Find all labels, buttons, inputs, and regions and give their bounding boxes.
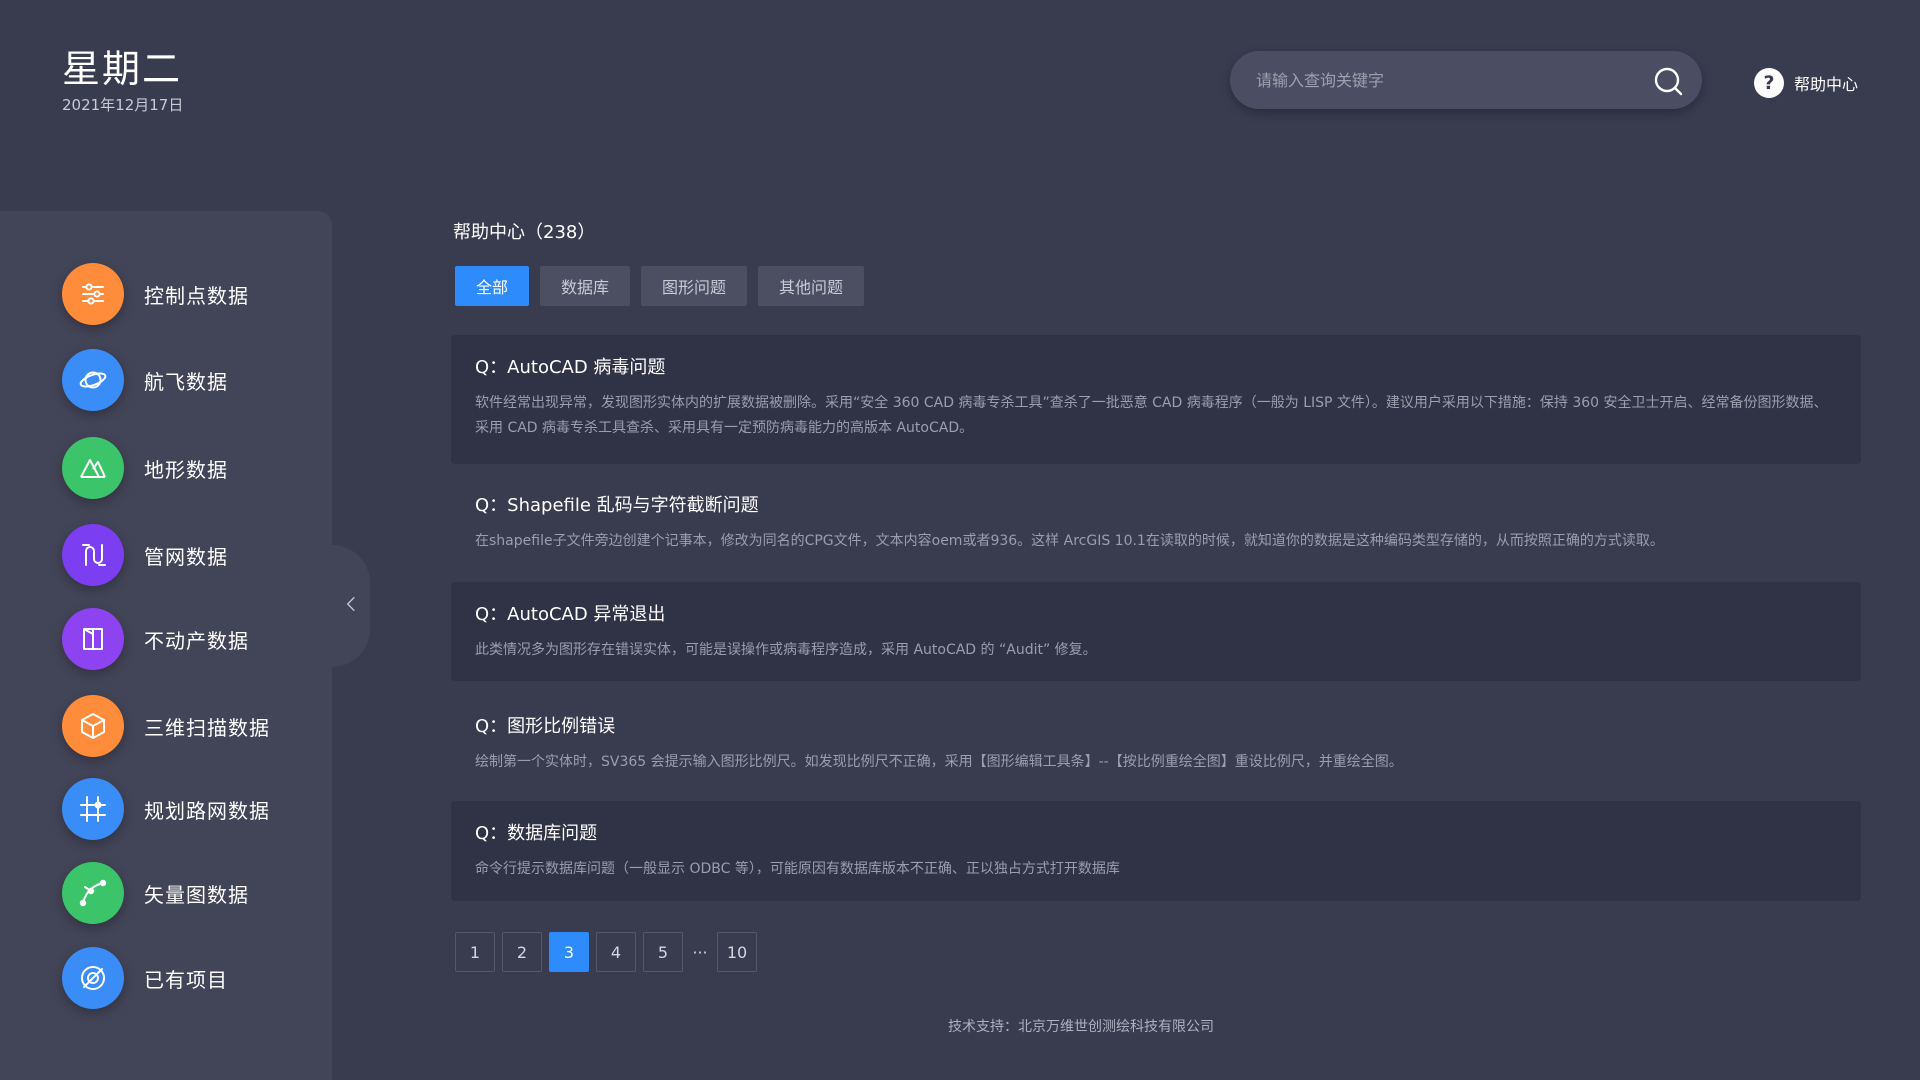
sidebar: 控制点数据 航飞数据 地形数据 管网数据 不动产数据 三维扫描数据 规划路网数据… bbox=[0, 211, 332, 1080]
road-network-icon bbox=[62, 778, 124, 840]
faq-question: Q：数据库问题 bbox=[475, 823, 598, 844]
page-title: 帮助中心（238） bbox=[453, 222, 596, 243]
page-ellipsis: ··· bbox=[692, 942, 708, 962]
category-tabs: 全部 数据库 图形问题 其他问题 bbox=[455, 266, 865, 306]
building-icon bbox=[62, 608, 124, 670]
weekday-label: 星期二 bbox=[62, 47, 183, 91]
tab-other[interactable]: 其他问题 bbox=[758, 266, 865, 306]
sidebar-item-real-estate[interactable]: 不动产数据 bbox=[62, 608, 249, 670]
faq-answer: 此类情况多为图形存在错误实体，可能是误操作或病毒程序造成，采用 AutoCAD … bbox=[475, 642, 1097, 658]
tab-graphics[interactable]: 图形问题 bbox=[641, 266, 748, 306]
faq-answer: 绘制第一个实体时，SV365 会提示输入图形比例尺。如发现比例尺不正确，采用【图… bbox=[475, 754, 1403, 770]
faq-answer: 在shapefile子文件旁边创建个记事本，修改为同名的CPG文件，文本内容oe… bbox=[475, 533, 1664, 549]
sidebar-collapse-button[interactable] bbox=[332, 545, 370, 667]
sidebar-item-label: 航飞数据 bbox=[144, 369, 228, 394]
faq-item[interactable]: Q：数据库问题 命令行提示数据库问题（一般显示 ODBC 等），可能原因有数据库… bbox=[451, 801, 1861, 901]
page-button-1[interactable]: 1 bbox=[455, 932, 495, 972]
help-center-link[interactable]: ? 帮助中心 bbox=[1754, 68, 1858, 98]
sidebar-item-label: 规划路网数据 bbox=[144, 798, 270, 823]
sidebar-item-control-points[interactable]: 控制点数据 bbox=[62, 263, 249, 325]
planet-icon bbox=[62, 349, 124, 411]
sidebar-item-3d-scan[interactable]: 三维扫描数据 bbox=[62, 695, 270, 757]
faq-question: Q：AutoCAD 病毒问题 bbox=[475, 357, 666, 378]
faq-item[interactable]: Q：Shapefile 乱码与字符截断问题 在shapefile子文件旁边创建个… bbox=[451, 473, 1861, 573]
sidebar-item-label: 矢量图数据 bbox=[144, 882, 249, 907]
sidebar-item-label: 地形数据 bbox=[144, 457, 228, 482]
page-button-last[interactable]: 10 bbox=[717, 932, 757, 972]
search-input[interactable] bbox=[1256, 51, 1626, 109]
cube-icon bbox=[62, 695, 124, 757]
faq-answer: 软件经常出现异常，发现图形实体内的扩展数据被删除。采用“安全 360 CAD 病… bbox=[475, 395, 1828, 436]
page-button-3[interactable]: 3 bbox=[549, 932, 589, 972]
sidebar-item-flight[interactable]: 航飞数据 bbox=[62, 349, 228, 411]
tab-database[interactable]: 数据库 bbox=[540, 266, 631, 306]
page-button-2[interactable]: 2 bbox=[502, 932, 542, 972]
faq-answer: 命令行提示数据库问题（一般显示 ODBC 等），可能原因有数据库版本不正确、正以… bbox=[475, 861, 1120, 877]
search-box bbox=[1230, 51, 1702, 109]
mountain-icon bbox=[62, 437, 124, 499]
faq-item[interactable]: Q：AutoCAD 异常退出 此类情况多为图形存在错误实体，可能是误操作或病毒程… bbox=[451, 582, 1861, 681]
sidebar-item-terrain[interactable]: 地形数据 bbox=[62, 437, 228, 499]
faq-item[interactable]: Q：AutoCAD 病毒问题 软件经常出现异常，发现图形实体内的扩展数据被删除。… bbox=[451, 335, 1861, 464]
help-icon: ? bbox=[1754, 68, 1784, 98]
sidebar-item-existing-projects[interactable]: 已有项目 bbox=[62, 947, 228, 1009]
help-center-page: 星期二 2021年12月17日 ? 帮助中心 控制点数据 航飞数据 bbox=[0, 0, 1920, 1080]
sidebar-item-label: 控制点数据 bbox=[144, 283, 249, 308]
sidebar-item-label: 管网数据 bbox=[144, 544, 228, 569]
page-button-4[interactable]: 4 bbox=[596, 932, 636, 972]
faq-question: Q：图形比例错误 bbox=[475, 716, 616, 737]
page-button-5[interactable]: 5 bbox=[643, 932, 683, 972]
date-label: 2021年12月17日 bbox=[62, 96, 184, 114]
help-center-label: 帮助中心 bbox=[1794, 75, 1859, 94]
tab-all[interactable]: 全部 bbox=[455, 266, 530, 306]
footer-text: 技术支持：北京万维世创测绘科技有限公司 bbox=[948, 1019, 1214, 1035]
faq-question: Q：AutoCAD 异常退出 bbox=[475, 604, 666, 625]
faq-item[interactable]: Q：图形比例错误 绘制第一个实体时，SV365 会提示输入图形比例尺。如发现比例… bbox=[451, 694, 1861, 794]
faq-question: Q：Shapefile 乱码与字符截断问题 bbox=[475, 495, 759, 516]
pagination: 1 2 3 4 5 ··· 10 bbox=[455, 932, 757, 972]
pipe-icon bbox=[62, 524, 124, 586]
sidebar-item-label: 已有项目 bbox=[144, 967, 228, 992]
search-icon[interactable] bbox=[1652, 65, 1684, 97]
chevron-left-icon bbox=[346, 595, 356, 617]
sidebar-item-pipe-network[interactable]: 管网数据 bbox=[62, 524, 228, 586]
sliders-icon bbox=[62, 263, 124, 325]
vector-curve-icon bbox=[62, 862, 124, 924]
sidebar-item-road-network[interactable]: 规划路网数据 bbox=[62, 778, 270, 840]
sidebar-item-label: 不动产数据 bbox=[144, 628, 249, 653]
sidebar-item-label: 三维扫描数据 bbox=[144, 715, 270, 740]
project-icon bbox=[62, 947, 124, 1009]
sidebar-item-vector-map[interactable]: 矢量图数据 bbox=[62, 862, 249, 924]
